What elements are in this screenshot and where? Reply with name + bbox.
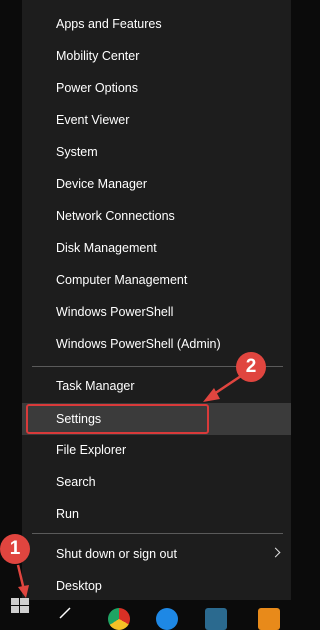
step-badge-1: 1 (0, 534, 30, 564)
arrow-annotation (16, 374, 242, 598)
step-badge-2: 2 (236, 352, 266, 382)
